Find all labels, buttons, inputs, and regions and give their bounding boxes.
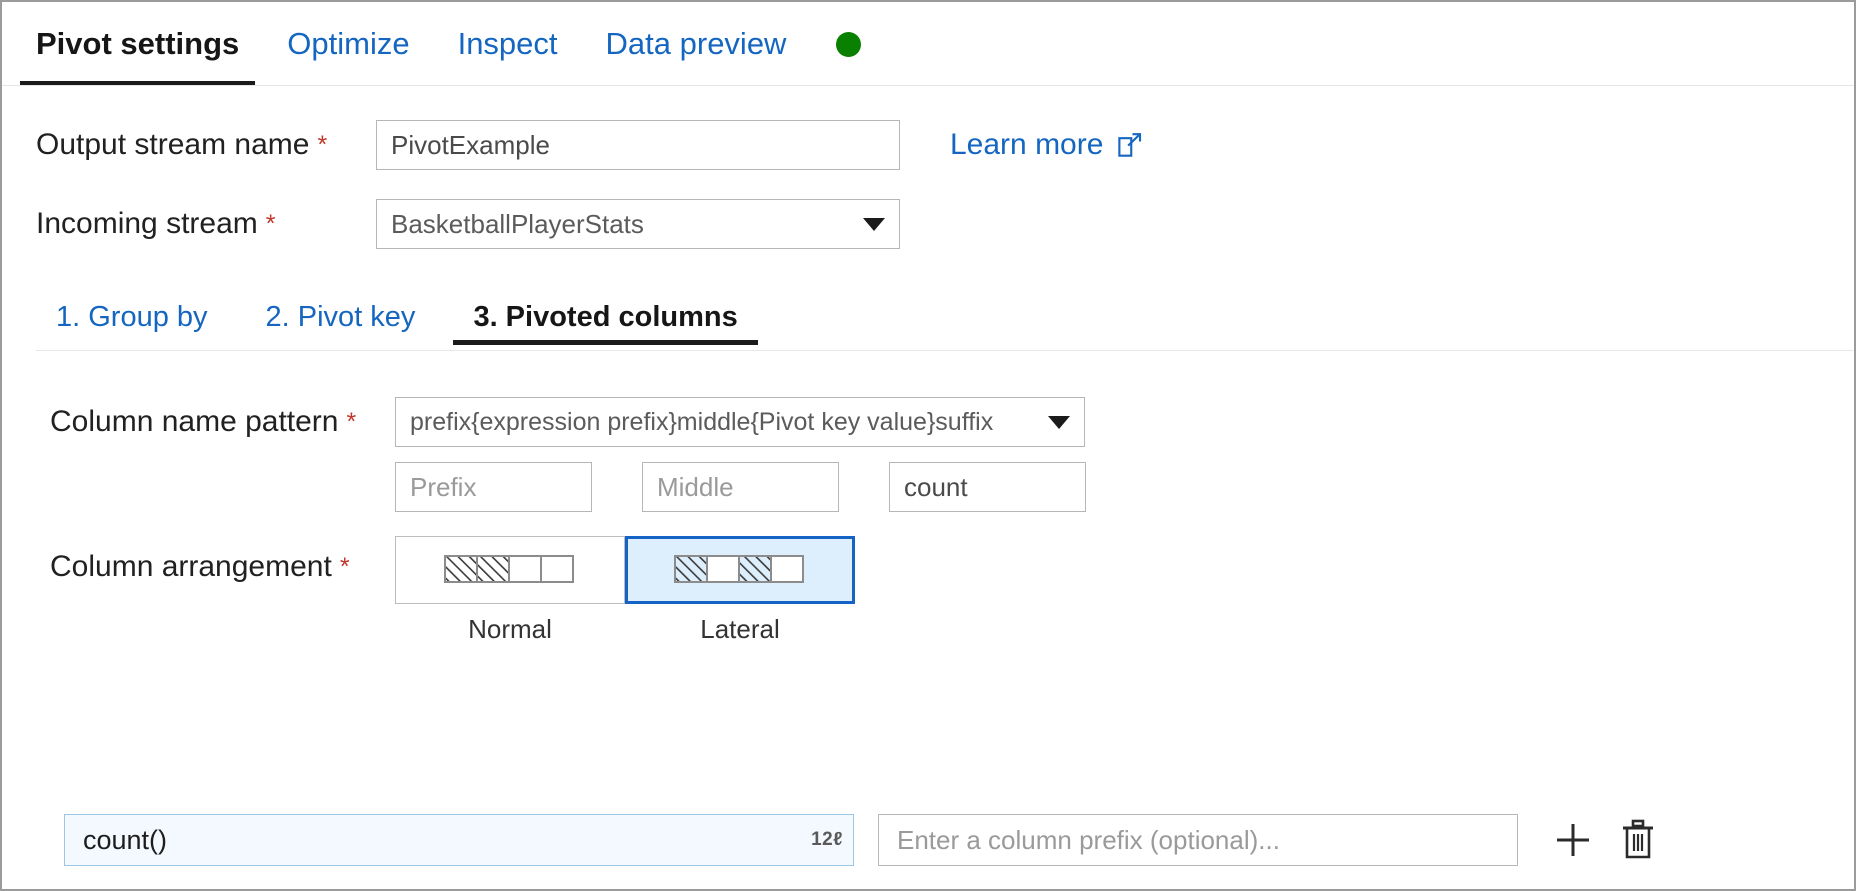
incoming-stream-row: Incoming stream* BasketballPlayerStats bbox=[2, 199, 1854, 249]
subtab-label: 1. Group by bbox=[56, 301, 208, 333]
trash-icon bbox=[1618, 818, 1658, 862]
column-prefix-input[interactable]: Enter a column prefix (optional)... bbox=[878, 814, 1518, 866]
arrangement-option-lateral[interactable]: Lateral bbox=[625, 536, 855, 645]
tab-pivot-settings[interactable]: Pivot settings bbox=[36, 2, 265, 86]
column-name-pattern-row: Column name pattern* prefix{expression p… bbox=[2, 397, 1854, 447]
subtab-label: 3. Pivoted columns bbox=[473, 301, 737, 333]
plus-icon bbox=[1552, 819, 1594, 861]
learn-more-label: Learn more bbox=[950, 128, 1103, 162]
normal-arrangement-icon bbox=[444, 555, 576, 585]
add-column-button[interactable] bbox=[1552, 819, 1594, 861]
lateral-arrangement-icon bbox=[674, 555, 806, 585]
delete-column-button[interactable] bbox=[1618, 818, 1658, 862]
incoming-stream-label: Incoming stream* bbox=[36, 207, 376, 241]
aggregate-expression-value: count() bbox=[83, 825, 167, 856]
required-asterisk: * bbox=[317, 131, 327, 159]
suffix-value: count bbox=[904, 472, 968, 503]
subtab-group-by[interactable]: 1. Group by bbox=[36, 289, 228, 345]
pivot-step-tab-bar: 1. Group by 2. Pivot key 3. Pivoted colu… bbox=[36, 289, 1854, 351]
column-name-parts-row: Prefix Middle count bbox=[2, 462, 1854, 512]
top-tab-bar: Pivot settings Optimize Inspect Data pre… bbox=[2, 2, 1854, 86]
arrangement-option-normal-box bbox=[395, 536, 625, 604]
column-name-pattern-label: Column name pattern* bbox=[50, 405, 395, 439]
column-arrangement-label: Column arrangement* bbox=[50, 536, 395, 584]
tab-label: Pivot settings bbox=[36, 26, 239, 61]
tab-label: Data preview bbox=[606, 26, 787, 61]
column-prefix-placeholder: Enter a column prefix (optional)... bbox=[897, 825, 1280, 856]
data-preview-status-dot bbox=[836, 32, 861, 57]
column-arrangement-row: Column arrangement* bbox=[2, 536, 1854, 645]
external-link-icon bbox=[1115, 130, 1145, 160]
output-stream-name-value: PivotExample bbox=[391, 130, 550, 161]
suffix-input[interactable]: count bbox=[889, 462, 1086, 512]
subtab-label: 2. Pivot key bbox=[266, 301, 416, 333]
incoming-stream-value: BasketballPlayerStats bbox=[391, 209, 644, 240]
middle-placeholder: Middle bbox=[657, 472, 734, 503]
tab-optimize[interactable]: Optimize bbox=[287, 2, 435, 86]
column-name-pattern-select[interactable]: prefix{expression prefix}middle{Pivot ke… bbox=[395, 397, 1085, 447]
arrangement-option-normal[interactable]: Normal bbox=[395, 536, 625, 645]
pivoted-column-entry-row: count() 12ℓ Enter a column prefix (optio… bbox=[64, 814, 1824, 866]
settings-body: Output stream name* PivotExample Learn m… bbox=[2, 120, 1854, 645]
arrangement-option-lateral-label: Lateral bbox=[700, 614, 780, 645]
subtab-pivot-key[interactable]: 2. Pivot key bbox=[246, 289, 436, 345]
aggregate-expression-type-badge: 12ℓ bbox=[811, 829, 843, 851]
column-name-pattern-value: prefix{expression prefix}middle{Pivot ke… bbox=[410, 408, 993, 437]
output-stream-name-label: Output stream name* bbox=[36, 128, 376, 162]
incoming-stream-select[interactable]: BasketballPlayerStats bbox=[376, 199, 900, 249]
arrangement-option-lateral-box bbox=[625, 536, 855, 604]
tab-inspect[interactable]: Inspect bbox=[458, 2, 584, 86]
required-asterisk: * bbox=[347, 408, 357, 436]
subtab-pivoted-columns[interactable]: 3. Pivoted columns bbox=[453, 289, 757, 345]
required-asterisk: * bbox=[266, 210, 276, 238]
output-stream-name-row: Output stream name* PivotExample Learn m… bbox=[2, 120, 1854, 170]
arrangement-option-normal-label: Normal bbox=[468, 614, 552, 645]
learn-more-link[interactable]: Learn more bbox=[950, 128, 1145, 162]
prefix-placeholder: Prefix bbox=[410, 472, 476, 503]
output-stream-name-input[interactable]: PivotExample bbox=[376, 120, 900, 170]
column-arrangement-options: Normal bbox=[395, 536, 855, 645]
tab-label: Optimize bbox=[287, 26, 409, 61]
tab-label: Inspect bbox=[458, 26, 558, 61]
middle-input[interactable]: Middle bbox=[642, 462, 839, 512]
prefix-input[interactable]: Prefix bbox=[395, 462, 592, 512]
required-asterisk: * bbox=[340, 553, 350, 581]
tab-data-preview[interactable]: Data preview bbox=[606, 2, 813, 86]
chevron-down-icon bbox=[863, 218, 885, 231]
aggregate-expression-input[interactable]: count() 12ℓ bbox=[64, 814, 854, 866]
pivot-settings-panel: Pivot settings Optimize Inspect Data pre… bbox=[0, 0, 1856, 891]
chevron-down-icon bbox=[1048, 416, 1070, 429]
